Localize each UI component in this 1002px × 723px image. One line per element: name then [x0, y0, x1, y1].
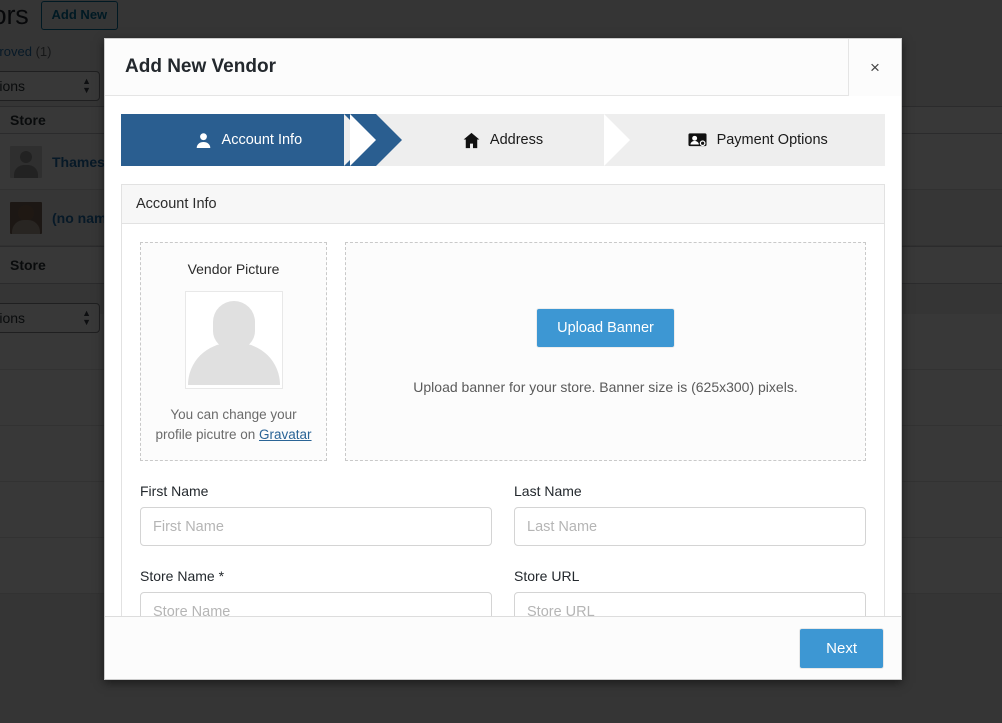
tab-address-label: Address	[489, 132, 544, 148]
store-url-field-group: Store URL	[514, 568, 866, 616]
user-placeholder-avatar[interactable]	[184, 291, 283, 389]
panel-heading: Account Info	[122, 185, 884, 224]
upload-banner-button[interactable]: Upload Banner	[537, 308, 674, 347]
banner-upload-note: Upload banner for your store. Banner siz…	[413, 378, 798, 395]
tab-address[interactable]: Address	[343, 114, 631, 166]
tab-payment-options-label: Payment Options	[716, 132, 828, 148]
step-tabs: Account Info Address Payment Options	[121, 114, 885, 166]
media-upload-row: Vendor Picture You can change your profi…	[140, 242, 866, 462]
modal-footer: Next	[105, 616, 901, 679]
user-icon	[195, 132, 212, 149]
payment-card-icon	[688, 132, 707, 148]
avatar-body-shape	[187, 343, 280, 385]
vendor-picture-note: You can change your profile picutre on G…	[153, 405, 314, 444]
last-name-field-group: Last Name	[514, 483, 866, 547]
add-new-vendor-modal: Add New Vendor × Account Info Address Pa…	[104, 38, 902, 680]
home-icon	[463, 132, 480, 149]
tab-account-info-label: Account Info	[221, 132, 303, 148]
last-name-label: Last Name	[514, 483, 582, 500]
first-name-input[interactable]	[140, 507, 492, 547]
first-name-label: First Name	[140, 483, 209, 500]
vendor-picture-title: Vendor Picture	[187, 261, 280, 277]
modal-body: Account Info Address Payment Options Acc…	[105, 96, 901, 616]
account-fields: First Name Last Name Store Name * Store …	[140, 461, 866, 616]
account-info-panel: Account Info Vendor Picture You can chan…	[121, 184, 885, 616]
vendor-picture-box: Vendor Picture You can change your profi…	[140, 242, 327, 462]
gravatar-link[interactable]: Gravatar	[259, 427, 312, 442]
next-button[interactable]: Next	[800, 628, 883, 668]
modal-header: Add New Vendor ×	[105, 38, 901, 96]
first-name-field-group: First Name	[140, 483, 492, 547]
panel-body: Vendor Picture You can change your profi…	[122, 224, 884, 616]
tab-account-info[interactable]: Account Info	[121, 114, 402, 166]
close-icon[interactable]: ×	[848, 38, 901, 96]
store-name-field-group: Store Name *	[140, 568, 492, 616]
banner-upload-box: Upload Banner Upload banner for your sto…	[345, 242, 866, 462]
tab-payment-options[interactable]: Payment Options	[598, 114, 885, 166]
store-name-label: Store Name *	[140, 568, 225, 585]
vendor-picture-note-line1: You can change your	[170, 407, 297, 422]
avatar-head-shape	[212, 301, 255, 349]
modal-title: Add New Vendor	[125, 56, 276, 77]
last-name-input[interactable]	[514, 507, 866, 547]
store-name-input[interactable]	[140, 592, 492, 616]
vendor-picture-note-line2: profile picutre on	[155, 426, 260, 442]
store-url-input[interactable]	[514, 592, 866, 616]
store-url-label: Store URL	[514, 568, 580, 585]
